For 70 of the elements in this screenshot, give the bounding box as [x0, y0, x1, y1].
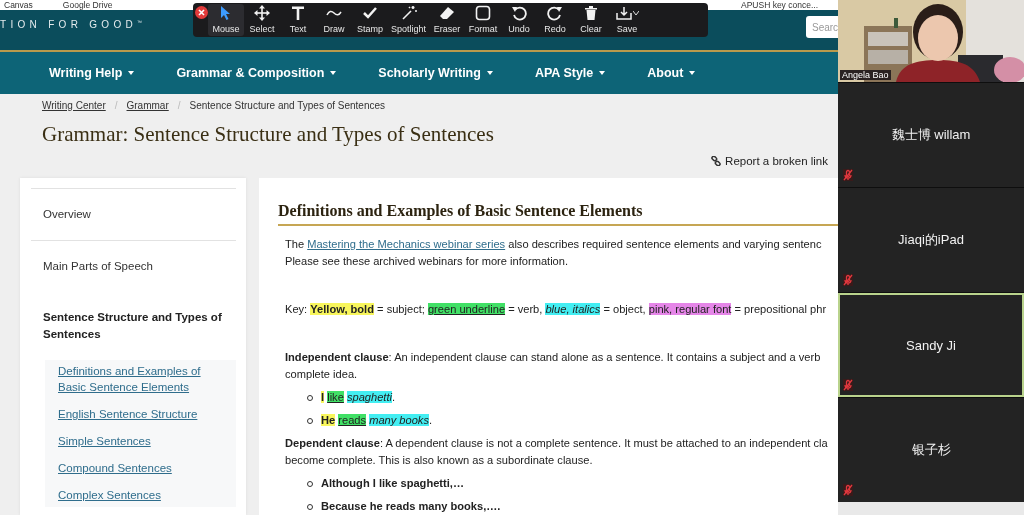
bookmark-link[interactable]: APUSH key conce...: [741, 0, 818, 10]
caret-icon: [599, 71, 606, 75]
sidebar-item[interactable]: Overview: [31, 188, 236, 241]
breadcrumb-separator: /: [114, 100, 118, 112]
redo-icon: [547, 5, 564, 21]
sidebar-link[interactable]: Definitions and Examples of Basic Sentence Elements: [58, 363, 226, 395]
square-icon: [475, 5, 492, 21]
squiggle-icon: [326, 8, 342, 18]
breadcrumb-current: Sentence Structure and Types of Sentences: [189, 100, 386, 112]
tool-button[interactable]: Draw: [316, 4, 352, 36]
list-item: Because he reads many books,….: [321, 499, 501, 514]
tool-button[interactable]: Format: [465, 4, 502, 36]
paragraph: Dependent clause: A dependent clause is not a complete sentence. It must be attached to an independent cla become complete. This is also known as a subordinate clause.: [285, 436, 829, 468]
paragraph: Independent clause: An independent clause can stand alone as a sentence. It contains a subject and a verb complete idea.: [285, 350, 822, 382]
caret-icon: [330, 71, 337, 75]
breadcrumb-link[interactable]: Grammar: [126, 100, 169, 112]
undo-icon: [511, 5, 528, 21]
tool-button[interactable]: Stamp: [352, 4, 388, 36]
tool-button[interactable]: Undo: [501, 4, 538, 36]
move-icon: [254, 5, 270, 21]
nav-menu[interactable]: APA Style: [534, 66, 606, 80]
paragraph: The Mastering the Mechanics webinar series also describes required sentence elements and varying sentenc Please see these archived webinars for more information.: [285, 237, 823, 269]
nav-menu[interactable]: Grammar & Composition: [176, 66, 337, 80]
bookmark-link[interactable]: Canvas: [4, 0, 33, 10]
section-heading: Definitions and Examples of Basic Sentence Elements: [278, 200, 838, 226]
sidebar-item[interactable]: Main Parts of Speech: [31, 241, 236, 292]
breadcrumb-separator: /: [177, 100, 181, 112]
caret-icon: [486, 71, 493, 75]
checkmark-icon: [362, 6, 378, 20]
sidebar-link[interactable]: Complex Sentences: [58, 487, 226, 503]
participant-name: 银子杉: [911, 441, 951, 459]
participant-name: Angela Bao: [840, 70, 891, 80]
participant-name: Jiaqi的iPad: [898, 231, 964, 249]
caret-icon: [128, 71, 135, 75]
nav-menu[interactable]: Scholarly Writing: [378, 66, 493, 80]
bookmark-link[interactable]: Google Drive: [62, 0, 113, 10]
link-icon: [711, 156, 722, 166]
sidebar-link[interactable]: Compound Sentences: [58, 460, 226, 476]
tool-button[interactable]: Save: [609, 4, 646, 36]
search-field[interactable]: Searc: [806, 16, 838, 38]
wand-icon: [400, 5, 417, 21]
tool-button[interactable]: Mouse: [208, 4, 244, 36]
tool-button[interactable]: Eraser: [429, 4, 466, 36]
site-tagline: TION FOR GOOD$^{™}$: [0, 19, 142, 31]
eraser-icon: [439, 6, 456, 20]
text-icon: [291, 5, 305, 21]
participant-name: 魏士博 willam: [891, 126, 971, 144]
tool-button[interactable]: Select: [244, 4, 280, 36]
page-title: Grammar: Sentence Structure and Types of Sentences: [42, 121, 495, 147]
participant-name: Sandy Ji: [906, 337, 956, 353]
tool-button[interactable]: Clear: [573, 4, 610, 36]
report-link[interactable]: Report a broken link: [711, 153, 828, 169]
sidebar-link[interactable]: Simple Sentences: [58, 433, 226, 449]
caret-icon: [689, 71, 696, 75]
download-icon: [615, 5, 632, 21]
sidebar-item[interactable]: Sentence Structure and Types of Sentences: [31, 292, 236, 343]
list-item: He reads many books.: [321, 413, 433, 428]
nav-menu[interactable]: Writing Help: [49, 66, 135, 80]
caret-icon: [632, 11, 639, 15]
tool-button[interactable]: Redo: [537, 4, 574, 36]
breadcrumb-link[interactable]: Writing Center: [42, 100, 106, 112]
sidebar-link[interactable]: English Sentence Structure: [58, 406, 226, 422]
tool-button[interactable]: Spotlight: [388, 4, 430, 36]
nav-menu[interactable]: About: [647, 66, 696, 80]
link[interactable]: Mastering the Mechanics webinar series: [307, 238, 506, 250]
list-item: I like spaghetti.: [321, 390, 396, 405]
close-button[interactable]: [195, 6, 208, 19]
tool-button[interactable]: Text: [280, 4, 316, 36]
list-item: Although I like spaghetti,…: [321, 476, 464, 491]
trash-icon: [584, 5, 599, 21]
